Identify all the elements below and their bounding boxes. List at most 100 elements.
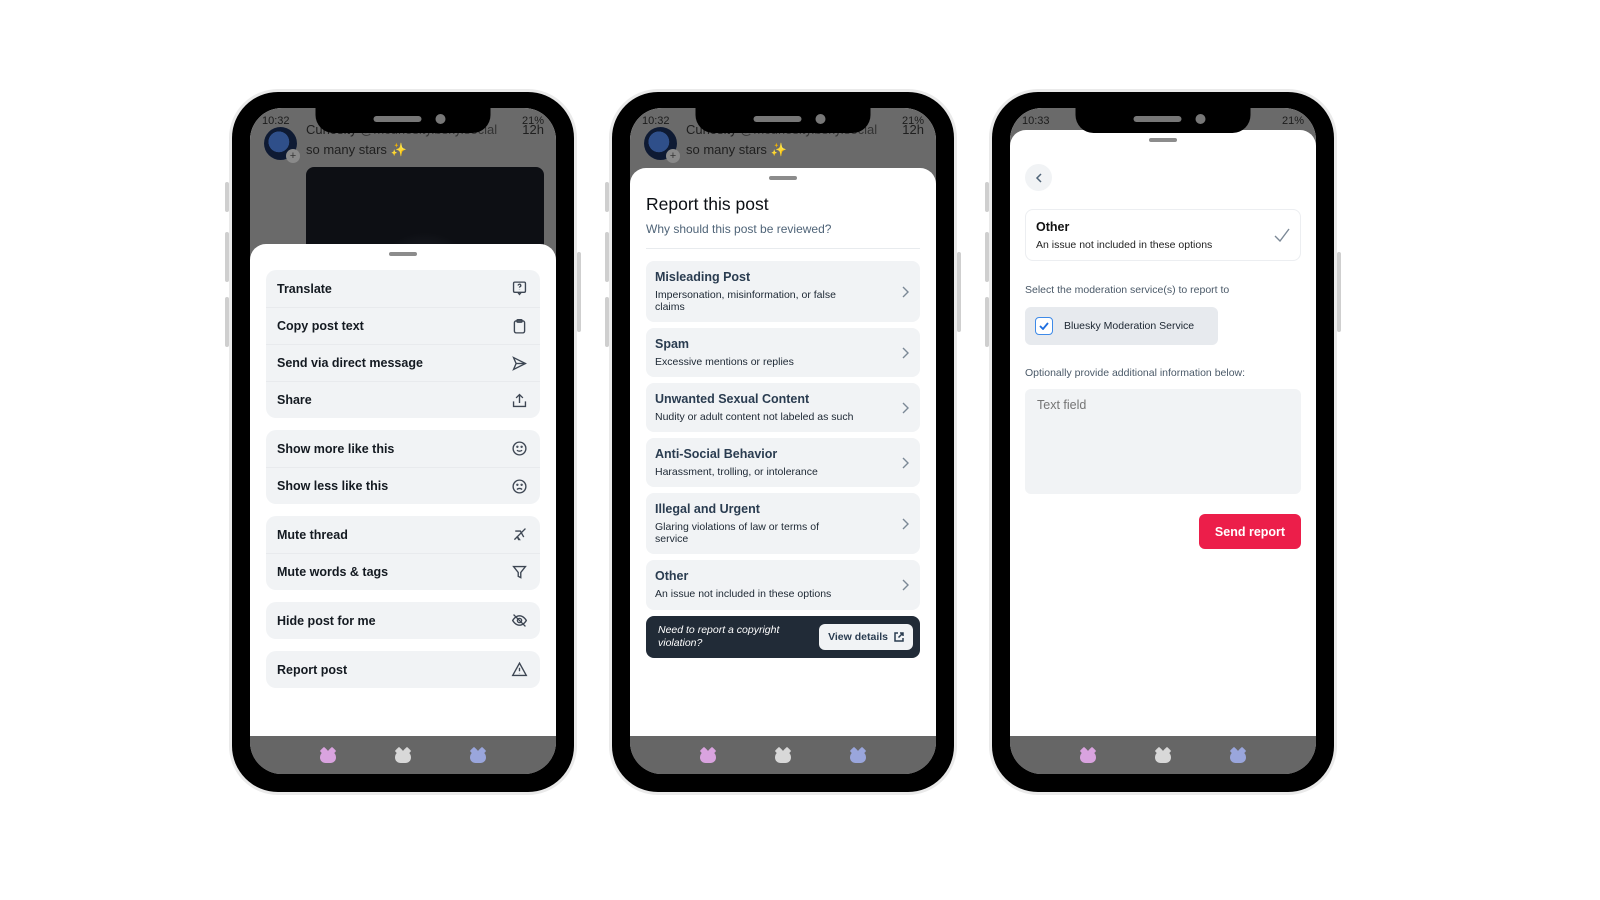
menu-item-label: Send via direct message <box>277 356 423 370</box>
avatar: + <box>264 127 300 163</box>
menu-item-translate[interactable]: Translate <box>266 270 540 307</box>
service-name: Bluesky Moderation Service <box>1064 320 1195 332</box>
reason-title: Misleading Post <box>655 270 751 284</box>
phone-report-reasons: + Curiosity @mcuriosity.bsky.social 12h … <box>605 92 961 792</box>
reason-description: Impersonation, misinformation, or false … <box>655 289 836 314</box>
blue-cat-icon[interactable] <box>1230 746 1247 763</box>
menu-item-label: Show more like this <box>277 441 395 456</box>
side-button <box>985 182 989 212</box>
side-button <box>957 252 961 332</box>
service-checkbox[interactable] <box>1035 317 1053 335</box>
avatar: + <box>644 127 680 163</box>
report-details-sheet: Other An issue not included in these opt… <box>1010 130 1316 736</box>
additional-info-textfield[interactable] <box>1025 389 1301 494</box>
translate-icon <box>512 281 527 296</box>
pink-cat-icon[interactable] <box>1079 746 1096 763</box>
mute-thread-icon <box>513 528 526 541</box>
blue-cat-icon[interactable] <box>470 746 487 763</box>
menu-item-label: Mute words & tags <box>277 565 389 579</box>
menu-item-send-via-direct-message[interactable]: Send via direct message <box>266 344 540 381</box>
report-title: Report this post <box>646 194 769 214</box>
side-button <box>225 297 229 347</box>
status-time: 10:32 <box>642 115 670 127</box>
pink-cat-icon[interactable] <box>319 746 336 763</box>
reason-title: Other <box>655 569 689 584</box>
back-button[interactable] <box>1025 164 1052 191</box>
menu-item-report-post[interactable]: Report post <box>266 651 540 688</box>
reason-text: Misleading Post Impersonation, misinform… <box>655 270 855 313</box>
side-button <box>225 232 229 282</box>
frown-icon <box>512 478 527 494</box>
notch <box>695 108 871 133</box>
report-reason-unwanted-sexual-content[interactable]: Unwanted Sexual Content Nudity or adult … <box>646 383 920 433</box>
services-label: Select the moderation service(s) to repo… <box>1025 284 1230 296</box>
follow-plus-icon: + <box>286 149 300 163</box>
notch <box>1075 108 1251 133</box>
report-reason-anti-social-behavior[interactable]: Anti-Social Behavior Harassment, trollin… <box>646 438 920 488</box>
status-time: 10:32 <box>262 115 290 127</box>
menu-item-label: Hide post for me <box>277 613 376 628</box>
checkmark-icon <box>1039 322 1049 330</box>
side-button <box>605 232 609 282</box>
menu-item-mute-words-tags[interactable]: Mute words & tags <box>266 553 540 590</box>
menu-item-hide-post-for-me[interactable]: Hide post for me <box>266 602 540 639</box>
menu-item-label: Show less like this <box>277 479 389 493</box>
report-reason-illegal-and-urgent[interactable]: Illegal and Urgent Glaring violations of… <box>646 493 920 555</box>
warning-icon <box>511 661 528 677</box>
status-battery: 21% <box>901 115 924 127</box>
white-cat-icon[interactable] <box>774 746 792 763</box>
white-cat-icon[interactable] <box>394 746 412 763</box>
menu-item-show-less-like-this[interactable]: Show less like this <box>266 467 540 504</box>
blue-cat-icon[interactable] <box>850 746 867 763</box>
post-text: so many stars ✨ <box>306 142 407 157</box>
bottom-nav <box>1010 736 1316 774</box>
send-report-button[interactable]: Send report <box>1199 514 1301 549</box>
pink-cat-icon[interactable] <box>699 746 716 763</box>
menu-group: Hide post for me <box>266 602 540 639</box>
menu-item-label: Share <box>277 393 312 407</box>
follow-plus-icon: + <box>666 149 680 163</box>
menu-item-mute-thread[interactable]: Mute thread <box>266 516 540 553</box>
chevron-right-icon <box>902 347 909 359</box>
chevron-right-icon <box>902 457 909 469</box>
phone-post-menu: + Curiosity @mcuriosity.bsky.social 12h … <box>225 92 581 792</box>
screen: + Curiosity @mcuriosity.bsky.social 12h … <box>250 108 556 774</box>
selected-reason-card[interactable]: Other An issue not included in these opt… <box>1025 209 1301 261</box>
white-cat-icon[interactable] <box>1154 746 1172 763</box>
status-battery: 21% <box>1281 115 1304 127</box>
report-reason-spam[interactable]: Spam Excessive mentions or replies <box>646 328 920 378</box>
eye-slash-icon <box>511 614 528 627</box>
check-icon <box>1274 228 1290 242</box>
copyright-text: Need to report a copyright violation? <box>658 623 780 649</box>
selected-reason-desc: An issue not included in these options <box>1036 238 1213 251</box>
report-reason-misleading-post[interactable]: Misleading Post Impersonation, misinform… <box>646 261 920 323</box>
chevron-left-icon <box>1035 172 1042 183</box>
menu-item-share[interactable]: Share <box>266 381 540 418</box>
reason-title: Spam <box>655 337 690 352</box>
reason-title: Anti-Social Behavior <box>655 447 778 462</box>
send-icon <box>512 355 527 371</box>
sheet-drag-handle[interactable] <box>1149 138 1177 142</box>
side-button <box>605 297 609 347</box>
status-battery: 21% <box>521 115 544 127</box>
screen: 10:33 21% Other An issue not included in… <box>1010 108 1316 774</box>
report-reason-other[interactable]: Other An issue not included in these opt… <box>646 560 920 610</box>
menu-item-label: Report post <box>277 662 348 677</box>
menu-item-show-more-like-this[interactable]: Show more like this <box>266 430 540 467</box>
menu-item-copy-post-text[interactable]: Copy post text <box>266 307 540 344</box>
side-button <box>985 297 989 347</box>
copyright-banner: Need to report a copyright violation? Vi… <box>646 615 920 658</box>
divider <box>646 248 920 249</box>
side-button <box>225 182 229 212</box>
menu-item-label: Translate <box>277 281 332 296</box>
reason-title: Unwanted Sexual Content <box>655 392 810 407</box>
sheet-drag-handle[interactable] <box>769 176 797 180</box>
menu-item-label: Mute thread <box>277 527 348 542</box>
side-button <box>577 252 581 332</box>
view-details-button[interactable]: View details <box>819 623 913 650</box>
reason-text: Illegal and Urgent Glaring violations of… <box>655 502 855 545</box>
view-details-label: View details <box>828 630 888 643</box>
notch <box>315 108 491 133</box>
moderation-service-option[interactable]: Bluesky Moderation Service <box>1025 307 1218 345</box>
side-button <box>1337 252 1341 332</box>
